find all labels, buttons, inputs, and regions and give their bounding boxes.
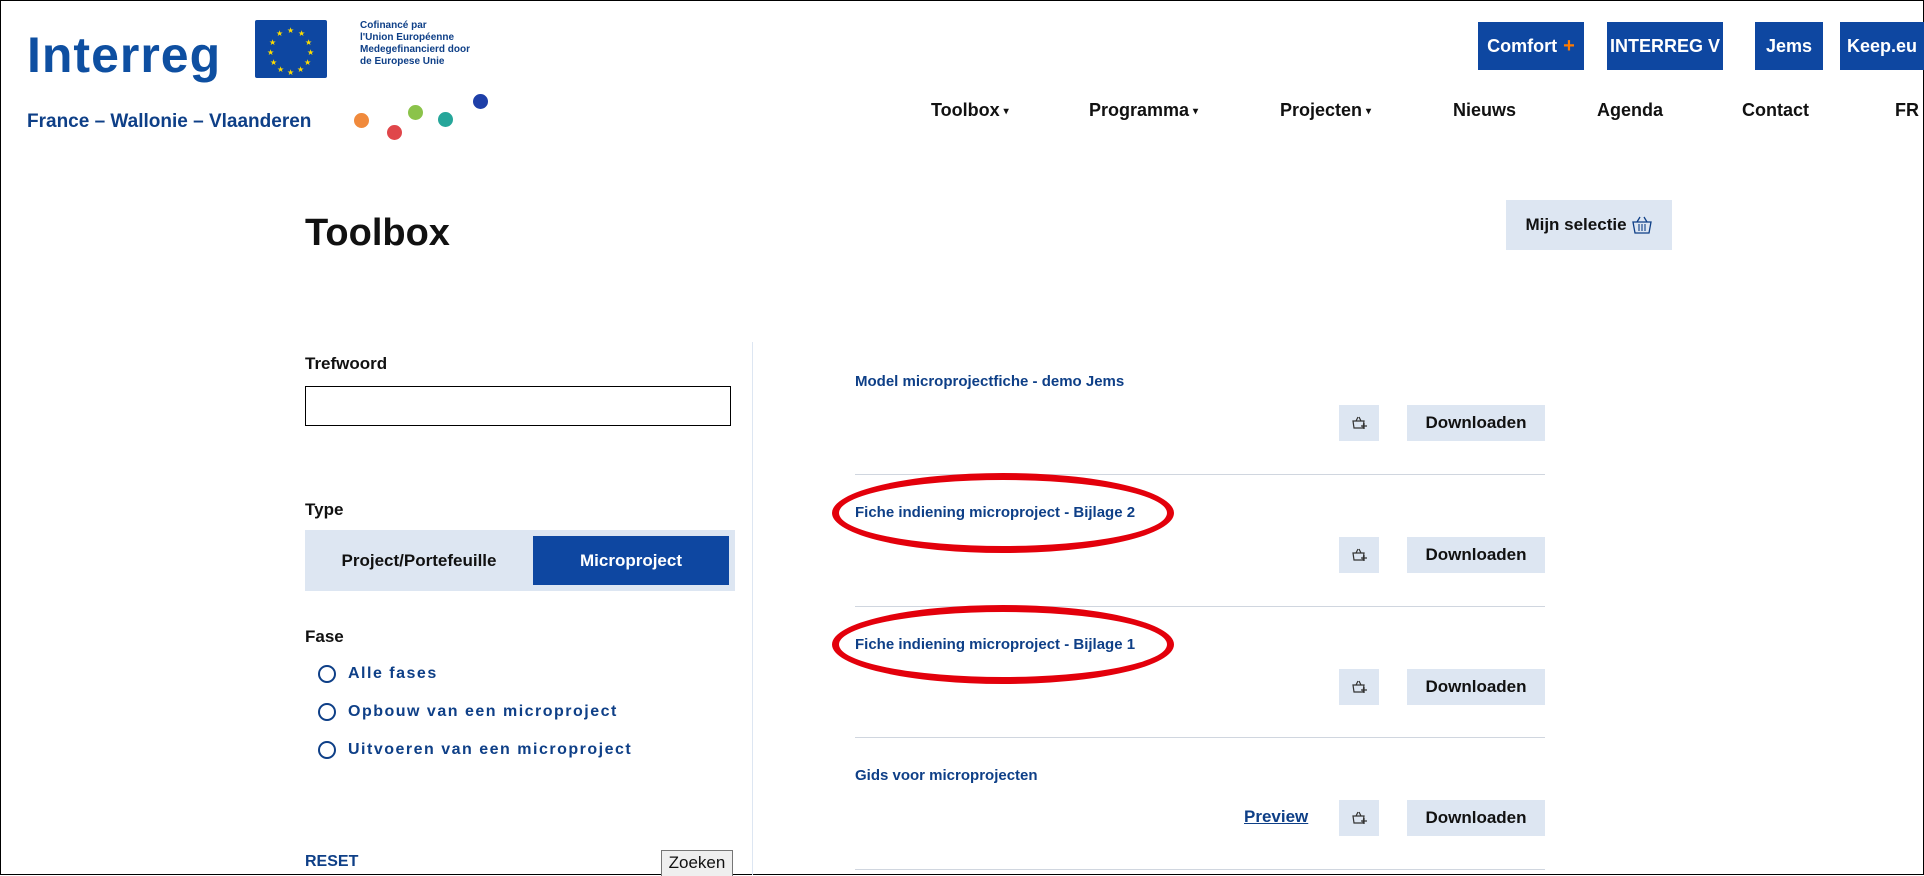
nav-label: Projecten — [1280, 100, 1363, 120]
radio-circle-icon — [318, 703, 336, 721]
phase-option-all[interactable]: Alle fases — [318, 662, 438, 686]
comfort-label: Comfort — [1487, 35, 1558, 56]
preview-link[interactable]: Preview — [1244, 807, 1308, 827]
decor-dot — [408, 105, 423, 120]
jems-label: Jems — [1765, 35, 1813, 56]
search-button[interactable]: Zoeken — [661, 850, 733, 876]
nav-item-fr[interactable]: FR — [1895, 100, 1919, 121]
nav-item-agenda[interactable]: Agenda — [1597, 100, 1663, 121]
nav-label: FR — [1895, 100, 1919, 120]
radio-circle-icon — [318, 665, 336, 683]
result-divider — [855, 869, 1545, 870]
cofinance-line: l'Union Européenne — [360, 32, 455, 43]
phase-label: Fase — [305, 627, 344, 646]
download-button[interactable]: Downloaden — [1407, 405, 1545, 441]
highlight-annotation — [832, 473, 1174, 553]
add-to-selection-button[interactable] — [1339, 800, 1379, 836]
chevron-down-icon: ▾ — [1366, 106, 1372, 117]
type-option-label: Project/Portefeuille — [341, 550, 497, 570]
region-label: France – Wallonie – Vlaanderen — [27, 111, 312, 132]
radio-circle-icon — [318, 741, 336, 759]
nav-label: Agenda — [1597, 100, 1664, 120]
interreg-v-label: INTERREG V — [1609, 35, 1720, 56]
nav-label: Contact — [1742, 100, 1809, 120]
comfort-button[interactable]: Comfort + — [1478, 22, 1584, 70]
nav-label: Toolbox — [931, 100, 1000, 120]
page-title: Toolbox — [305, 212, 450, 254]
download-button[interactable]: Downloaden — [1407, 537, 1545, 573]
decor-dot — [473, 94, 488, 109]
my-selection-button[interactable]: Mijn selectie — [1506, 200, 1672, 250]
interreg-v-button[interactable]: INTERREG V — [1607, 22, 1723, 70]
chevron-down-icon: ▾ — [1193, 106, 1199, 117]
add-to-selection-button[interactable] — [1339, 669, 1379, 705]
cofinance-line: de Europese Unie — [360, 56, 445, 67]
cofinance-text: Cofinancé par l'Union Européenne Medegef… — [360, 20, 470, 68]
keyword-input[interactable] — [305, 386, 731, 426]
type-toggle: Project/Portefeuille Microproject — [305, 530, 735, 591]
keyword-label: Trefwoord — [305, 354, 388, 373]
nav-item-projecten[interactable]: Projecten ▾ — [1280, 100, 1371, 121]
download-button[interactable]: Downloaden — [1407, 800, 1545, 836]
keep-eu-label: Keep.eu — [1846, 35, 1918, 56]
add-to-selection-button[interactable] — [1339, 405, 1379, 441]
jems-button[interactable]: Jems — [1755, 22, 1823, 70]
decor-dot — [387, 125, 402, 140]
nav-label: Programma — [1089, 100, 1190, 120]
decor-dot — [438, 112, 453, 127]
add-to-selection-icon — [1352, 416, 1367, 429]
nav-item-contact[interactable]: Contact — [1742, 100, 1809, 121]
cofinance-line: Cofinancé par — [360, 20, 427, 31]
nav-item-toolbox[interactable]: Toolbox ▾ — [931, 100, 1009, 121]
plus-icon: + — [1563, 34, 1575, 57]
type-label: Type — [305, 500, 344, 519]
phase-option-build[interactable]: Opbouw van een microproject — [318, 700, 618, 724]
result-title[interactable]: Model microprojectfiche - demo Jems — [855, 373, 1124, 390]
chevron-down-icon: ▾ — [1003, 106, 1009, 117]
highlight-annotation — [832, 605, 1174, 684]
decor-dot — [354, 113, 369, 128]
type-option-label: Microproject — [579, 550, 683, 570]
eu-flag-icon: ★ ★ ★ ★ ★ ★ ★ ★ ★ ★ ★ ★ — [255, 20, 327, 78]
type-option-project[interactable]: Project/Portefeuille — [305, 536, 533, 585]
interreg-logo[interactable]: Interreg — [27, 26, 221, 84]
phase-option-label: Alle fases — [348, 665, 438, 682]
nav-label: Nieuws — [1453, 100, 1517, 120]
nav-item-programma[interactable]: Programma ▾ — [1089, 100, 1198, 121]
result-divider — [855, 737, 1545, 738]
phase-option-label: Opbouw van een microproject — [348, 703, 618, 720]
add-to-selection-icon — [1352, 811, 1367, 824]
reset-link[interactable]: RESET — [305, 853, 358, 871]
add-to-selection-icon — [1352, 548, 1367, 561]
download-button[interactable]: Downloaden — [1407, 669, 1545, 705]
type-option-microproject[interactable]: Microproject — [533, 536, 729, 585]
phase-option-execute[interactable]: Uitvoeren van een microproject — [318, 738, 632, 762]
basket-icon — [1631, 216, 1652, 234]
keep-eu-button[interactable]: Keep.eu — [1840, 22, 1924, 70]
filter-divider — [752, 342, 753, 875]
cofinance-line: Medegefinancierd door — [360, 44, 471, 55]
phase-option-label: Uitvoeren van een microproject — [348, 741, 633, 758]
my-selection-label: Mijn selectie — [1525, 215, 1627, 234]
result-title[interactable]: Gids voor microprojecten — [855, 767, 1038, 784]
add-to-selection-icon — [1352, 680, 1367, 693]
nav-item-nieuws[interactable]: Nieuws — [1453, 100, 1516, 121]
add-to-selection-button[interactable] — [1339, 537, 1379, 573]
